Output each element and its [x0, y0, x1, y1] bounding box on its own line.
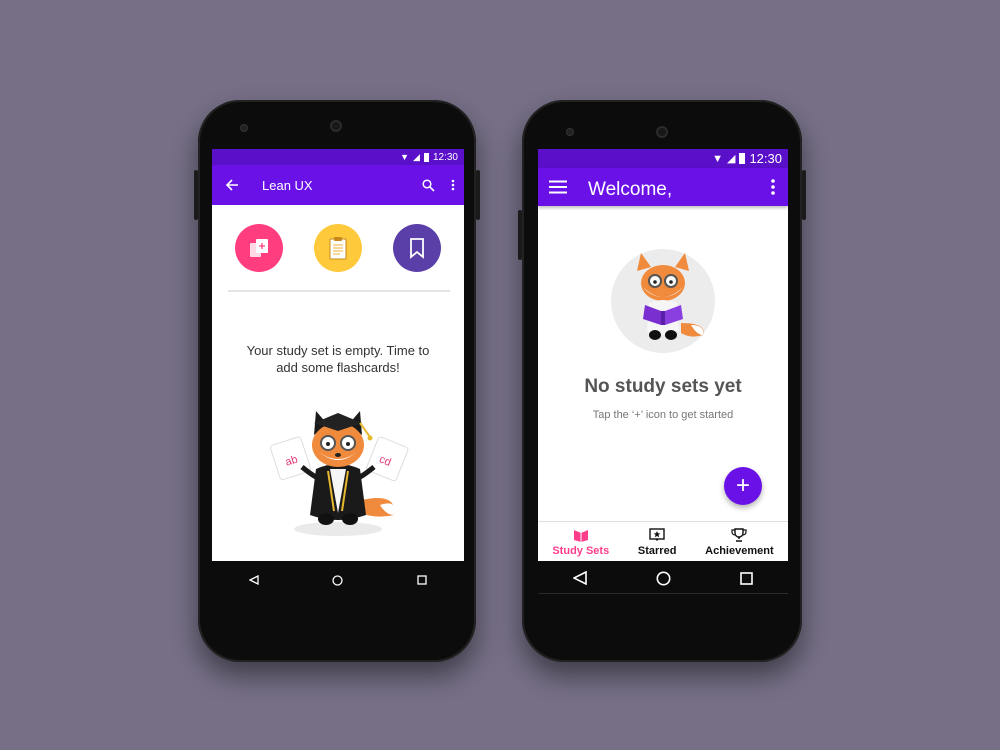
tab-achievement[interactable]: Achievement — [705, 527, 774, 557]
tab-study-sets-label: Study Sets — [552, 544, 610, 557]
plus-icon: + — [735, 472, 750, 499]
clipboard-icon — [329, 237, 347, 260]
empty-subtitle: Tap the ‘+’ icon to get started — [592, 409, 734, 421]
left-phone: ▼ ◢ 12:30 Lean UX Your study set is empt… — [194, 100, 480, 662]
status-bar: ▼ ◢ 12:30 — [538, 149, 788, 168]
back-arrow-icon[interactable] — [212, 165, 252, 205]
app-bar: Welcome, — [538, 168, 788, 206]
nav-recents-icon[interactable] — [417, 575, 427, 585]
bookmark-button[interactable] — [392, 224, 441, 272]
sensor — [566, 128, 574, 136]
left-screen: ▼ ◢ 12:30 Lean UX Your study set is empt… — [212, 149, 464, 561]
volume-button — [194, 170, 198, 220]
tab-study-sets[interactable]: Study Sets — [552, 528, 609, 557]
nav-back-icon[interactable] — [572, 571, 587, 585]
sensor — [240, 124, 248, 132]
system-nav-bar — [538, 563, 788, 594]
status-time: 12:30 — [432, 151, 458, 163]
star-icon — [649, 527, 665, 541]
add-card-button[interactable] — [235, 224, 284, 272]
add-fab-button[interactable]: + — [724, 467, 762, 505]
bottom-tab-bar: Study Sets Starred Achievement — [538, 521, 788, 561]
system-nav-bar — [212, 565, 464, 595]
page-title: Lean UX — [262, 177, 313, 193]
action-row — [212, 224, 464, 272]
app-bar: Lean UX — [212, 165, 464, 205]
divider — [228, 290, 450, 292]
front-camera — [330, 120, 342, 132]
bookmark-icon — [409, 238, 424, 259]
more-vert-icon[interactable] — [442, 165, 464, 205]
book-icon — [573, 529, 588, 542]
front-camera — [656, 126, 668, 138]
volume-button — [518, 210, 522, 260]
right-phone: ▼ ◢ 12:30 Welcome, No study sets yet Tap… — [518, 100, 806, 662]
battery-icon — [739, 153, 746, 164]
trophy-icon — [731, 527, 747, 542]
wifi-icon: ▼ — [400, 152, 410, 162]
nav-back-icon[interactable] — [248, 575, 259, 585]
search-icon[interactable] — [414, 165, 442, 205]
status-bar: ▼ ◢ 12:30 — [212, 149, 464, 165]
power-button — [476, 170, 480, 220]
menu-icon[interactable] — [538, 168, 578, 206]
reading-fox-illustration — [611, 249, 715, 353]
nav-home-icon[interactable] — [332, 574, 344, 586]
tab-starred[interactable]: Starred — [637, 527, 677, 557]
more-vert-icon[interactable] — [758, 168, 788, 206]
tab-achievement-label: Achievement — [705, 544, 774, 557]
page-title: Welcome, — [588, 179, 673, 200]
wifi-icon: ▼ — [712, 152, 723, 165]
nav-home-icon[interactable] — [656, 571, 671, 586]
add-card-icon — [250, 239, 269, 257]
nav-recents-icon[interactable] — [740, 571, 754, 585]
battery-icon — [423, 152, 429, 162]
empty-message: Your study set is empty. Time to add som… — [246, 343, 430, 375]
right-screen: ▼ ◢ 12:30 Welcome, No study sets yet Tap… — [538, 149, 788, 561]
signal-icon: ◢ — [413, 151, 420, 162]
clipboard-button[interactable] — [313, 224, 362, 272]
power-button — [802, 170, 806, 220]
status-time: 12:30 — [749, 151, 782, 166]
graduate-fox-illustration: ab cd — [270, 411, 409, 536]
tab-starred-label: Starred — [637, 544, 677, 557]
signal-icon: ◢ — [726, 153, 736, 165]
empty-title: No study sets yet — [584, 376, 742, 397]
